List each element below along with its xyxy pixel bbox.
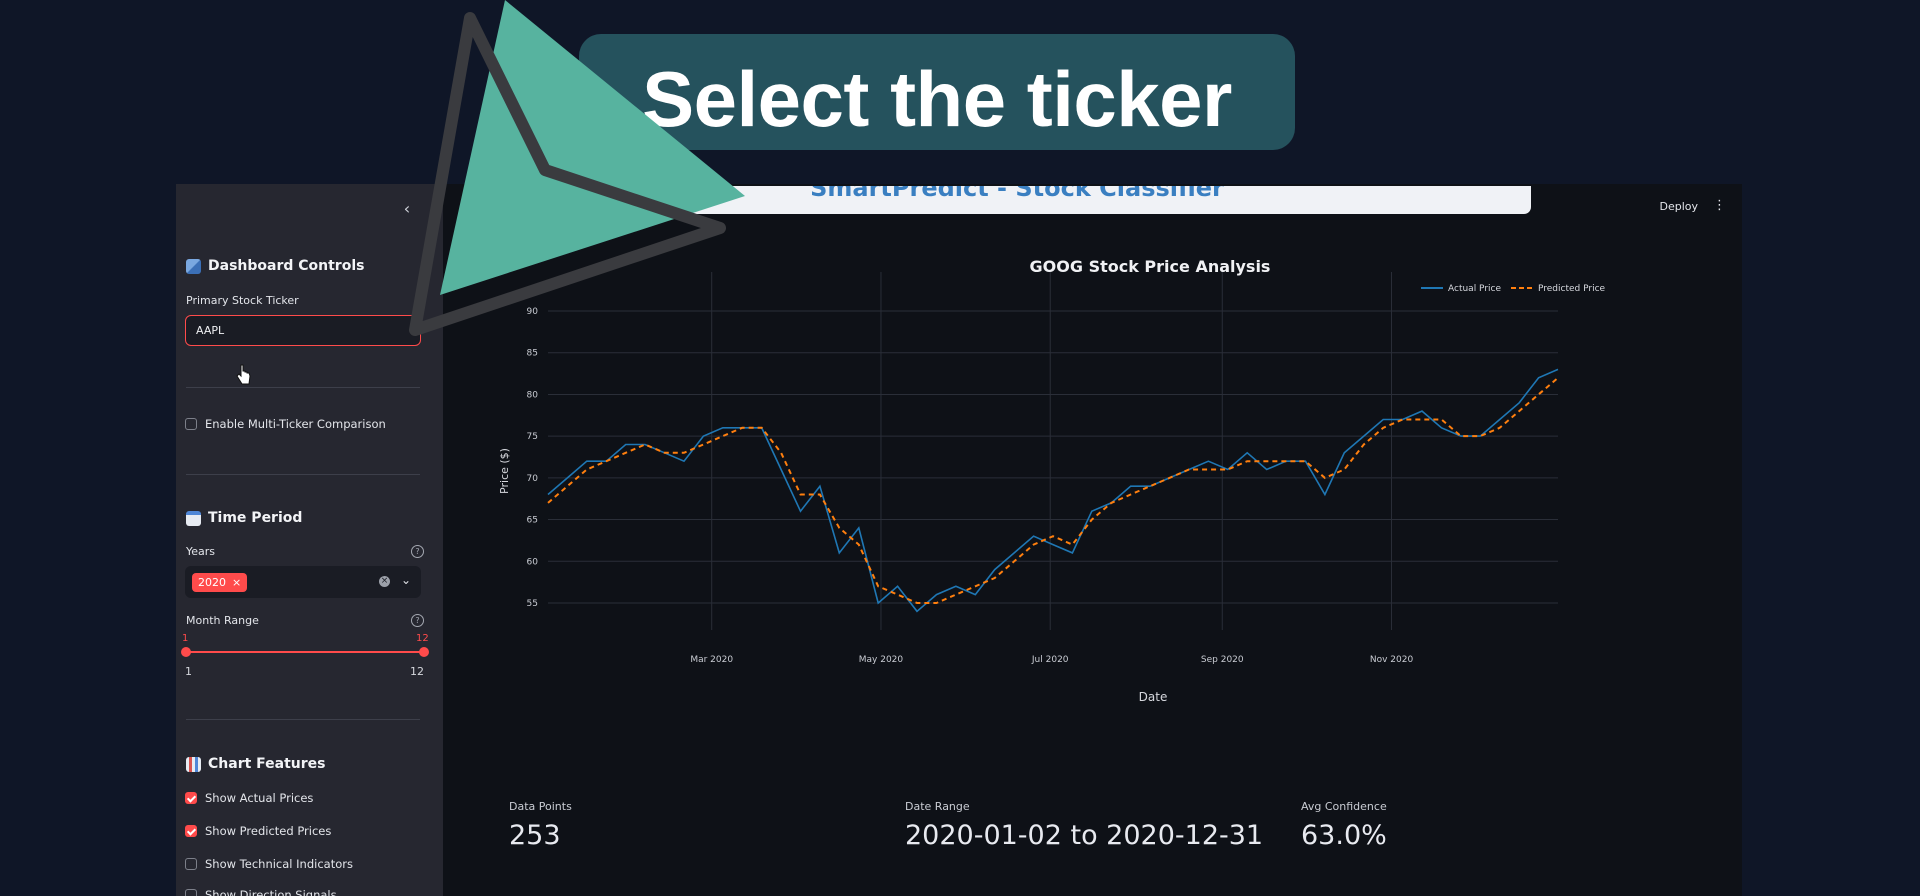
checkbox-box[interactable] — [185, 889, 197, 896]
years-label: Years — [186, 545, 216, 558]
chevron-down-icon[interactable]: ⌄ — [401, 573, 411, 587]
hand-cursor-icon — [236, 364, 251, 385]
time-period-title: Time Period — [208, 510, 303, 526]
price-chart: GOOG Stock Price Analysis 55 60 65 70 75 80 85… — [498, 257, 1606, 704]
main-content: SmartPredict - Stock Classifier Deploy ⋮… — [443, 184, 1742, 896]
metric-date-range-label: Date Range — [905, 800, 970, 813]
help-icon[interactable]: ? — [411, 614, 424, 627]
x-tick-label: Jul 2020 — [1031, 655, 1069, 665]
x-tick-label: May 2020 — [859, 655, 904, 665]
show-direction-signals-checkbox[interactable]: Show Direction Signals — [185, 888, 337, 896]
x-axis-label: Date — [1139, 690, 1168, 704]
app-title-banner: SmartPredict - Stock Classifier — [503, 186, 1531, 214]
chart-legend: Actual Price Predicted Price — [1421, 284, 1606, 294]
show-predicted-prices-checkbox[interactable]: Show Predicted Prices — [185, 824, 331, 838]
deploy-button[interactable]: Deploy — [1659, 200, 1698, 213]
chart-title: GOOG Stock Price Analysis — [1030, 257, 1271, 276]
more-options-icon[interactable]: ⋮ — [1713, 198, 1726, 213]
dashboard-controls-title: Dashboard Controls — [208, 258, 365, 274]
predicted-price-line — [547, 377, 1559, 604]
x-tick-label: Nov 2020 — [1370, 655, 1414, 665]
legend-label: Actual Price — [1448, 284, 1501, 294]
sidebar: ‹ Dashboard Controls Primary Stock Ticke… — [176, 184, 443, 896]
show-technical-indicators-checkbox[interactable]: Show Technical Indicators — [185, 857, 353, 871]
x-tick-label: Mar 2020 — [690, 655, 733, 665]
divider — [186, 474, 420, 475]
y-axis: 55 60 65 70 75 80 85 90 — [527, 307, 539, 609]
tutorial-callout: Select the ticker — [579, 34, 1295, 150]
years-multiselect[interactable]: 2020 × × ⌄ — [185, 566, 421, 598]
chart-features-heading: Chart Features — [186, 756, 326, 772]
y-tick-label: 85 — [527, 349, 538, 359]
time-period-heading: Time Period — [186, 510, 302, 526]
callout-text: Select the ticker — [642, 55, 1232, 143]
y-tick-label: 60 — [527, 557, 539, 567]
remove-tag-icon[interactable]: × — [232, 573, 241, 592]
actual-price-line — [547, 368, 1559, 613]
divider — [186, 719, 420, 720]
multi-ticker-label: Enable Multi-Ticker Comparison — [205, 417, 386, 431]
slider-handle-low[interactable] — [181, 647, 191, 657]
divider — [186, 387, 420, 388]
month-range-min: 1 — [185, 665, 192, 678]
checkbox-box[interactable] — [185, 418, 197, 430]
slider-handle-high[interactable] — [419, 647, 429, 657]
y-tick-label: 80 — [527, 390, 539, 400]
year-tag[interactable]: 2020 × — [192, 573, 248, 592]
dashboard-icon — [186, 258, 201, 274]
chart-grid — [548, 272, 1558, 630]
x-axis: Mar 2020 May 2020 Jul 2020 Sep 2020 Nov 2020 — [690, 655, 1413, 665]
calendar-icon — [186, 510, 201, 526]
checkbox-box[interactable] — [185, 825, 197, 837]
y-tick-label: 55 — [527, 599, 538, 609]
bar-chart-icon — [186, 756, 201, 772]
metric-avg-confidence-label: Avg Confidence — [1301, 800, 1387, 813]
month-range-label: Month Range — [186, 614, 259, 627]
primary-ticker-label: Primary Stock Ticker — [186, 294, 299, 307]
month-range-high-value: 12 — [416, 633, 429, 644]
dashboard-controls-heading: Dashboard Controls — [186, 258, 364, 274]
metric-data-points-label: Data Points — [509, 800, 572, 813]
checkbox-box[interactable] — [185, 792, 197, 804]
app-title: SmartPredict - Stock Classifier — [810, 186, 1224, 202]
chart-features-title: Chart Features — [208, 756, 326, 772]
show-technical-indicators-label: Show Technical Indicators — [205, 857, 353, 871]
show-direction-signals-label: Show Direction Signals — [205, 888, 337, 896]
clear-icon[interactable]: × — [379, 576, 390, 587]
y-tick-label: 70 — [527, 474, 539, 484]
month-range-max: 12 — [410, 665, 424, 678]
y-axis-label: Price ($) — [498, 448, 511, 494]
x-tick-label: Sep 2020 — [1201, 655, 1244, 665]
y-tick-label: 65 — [527, 516, 538, 526]
metric-date-range-value: 2020-01-02 to 2020-12-31 — [905, 820, 1264, 851]
show-predicted-prices-label: Show Predicted Prices — [205, 824, 332, 838]
y-tick-label: 75 — [527, 432, 538, 442]
legend-label: Predicted Price — [1538, 284, 1606, 294]
checkbox-box[interactable] — [185, 858, 197, 870]
month-range-low-value: 1 — [182, 633, 189, 644]
app-window: ‹ Dashboard Controls Primary Stock Ticke… — [176, 184, 1742, 896]
primary-ticker-input[interactable] — [185, 315, 421, 346]
chart-series — [547, 368, 1559, 613]
show-actual-prices-label: Show Actual Prices — [205, 791, 314, 805]
metric-data-points-value: 253 — [509, 820, 561, 851]
month-range-slider[interactable] — [186, 651, 424, 653]
collapse-sidebar-icon[interactable]: ‹ — [398, 200, 416, 218]
year-tag-label: 2020 — [198, 576, 226, 589]
y-tick-label: 90 — [527, 307, 539, 317]
multi-ticker-checkbox[interactable]: Enable Multi-Ticker Comparison — [185, 417, 386, 431]
show-actual-prices-checkbox[interactable]: Show Actual Prices — [185, 791, 313, 805]
metric-avg-confidence-value: 63.0% — [1301, 820, 1387, 851]
help-icon[interactable]: ? — [411, 545, 424, 558]
